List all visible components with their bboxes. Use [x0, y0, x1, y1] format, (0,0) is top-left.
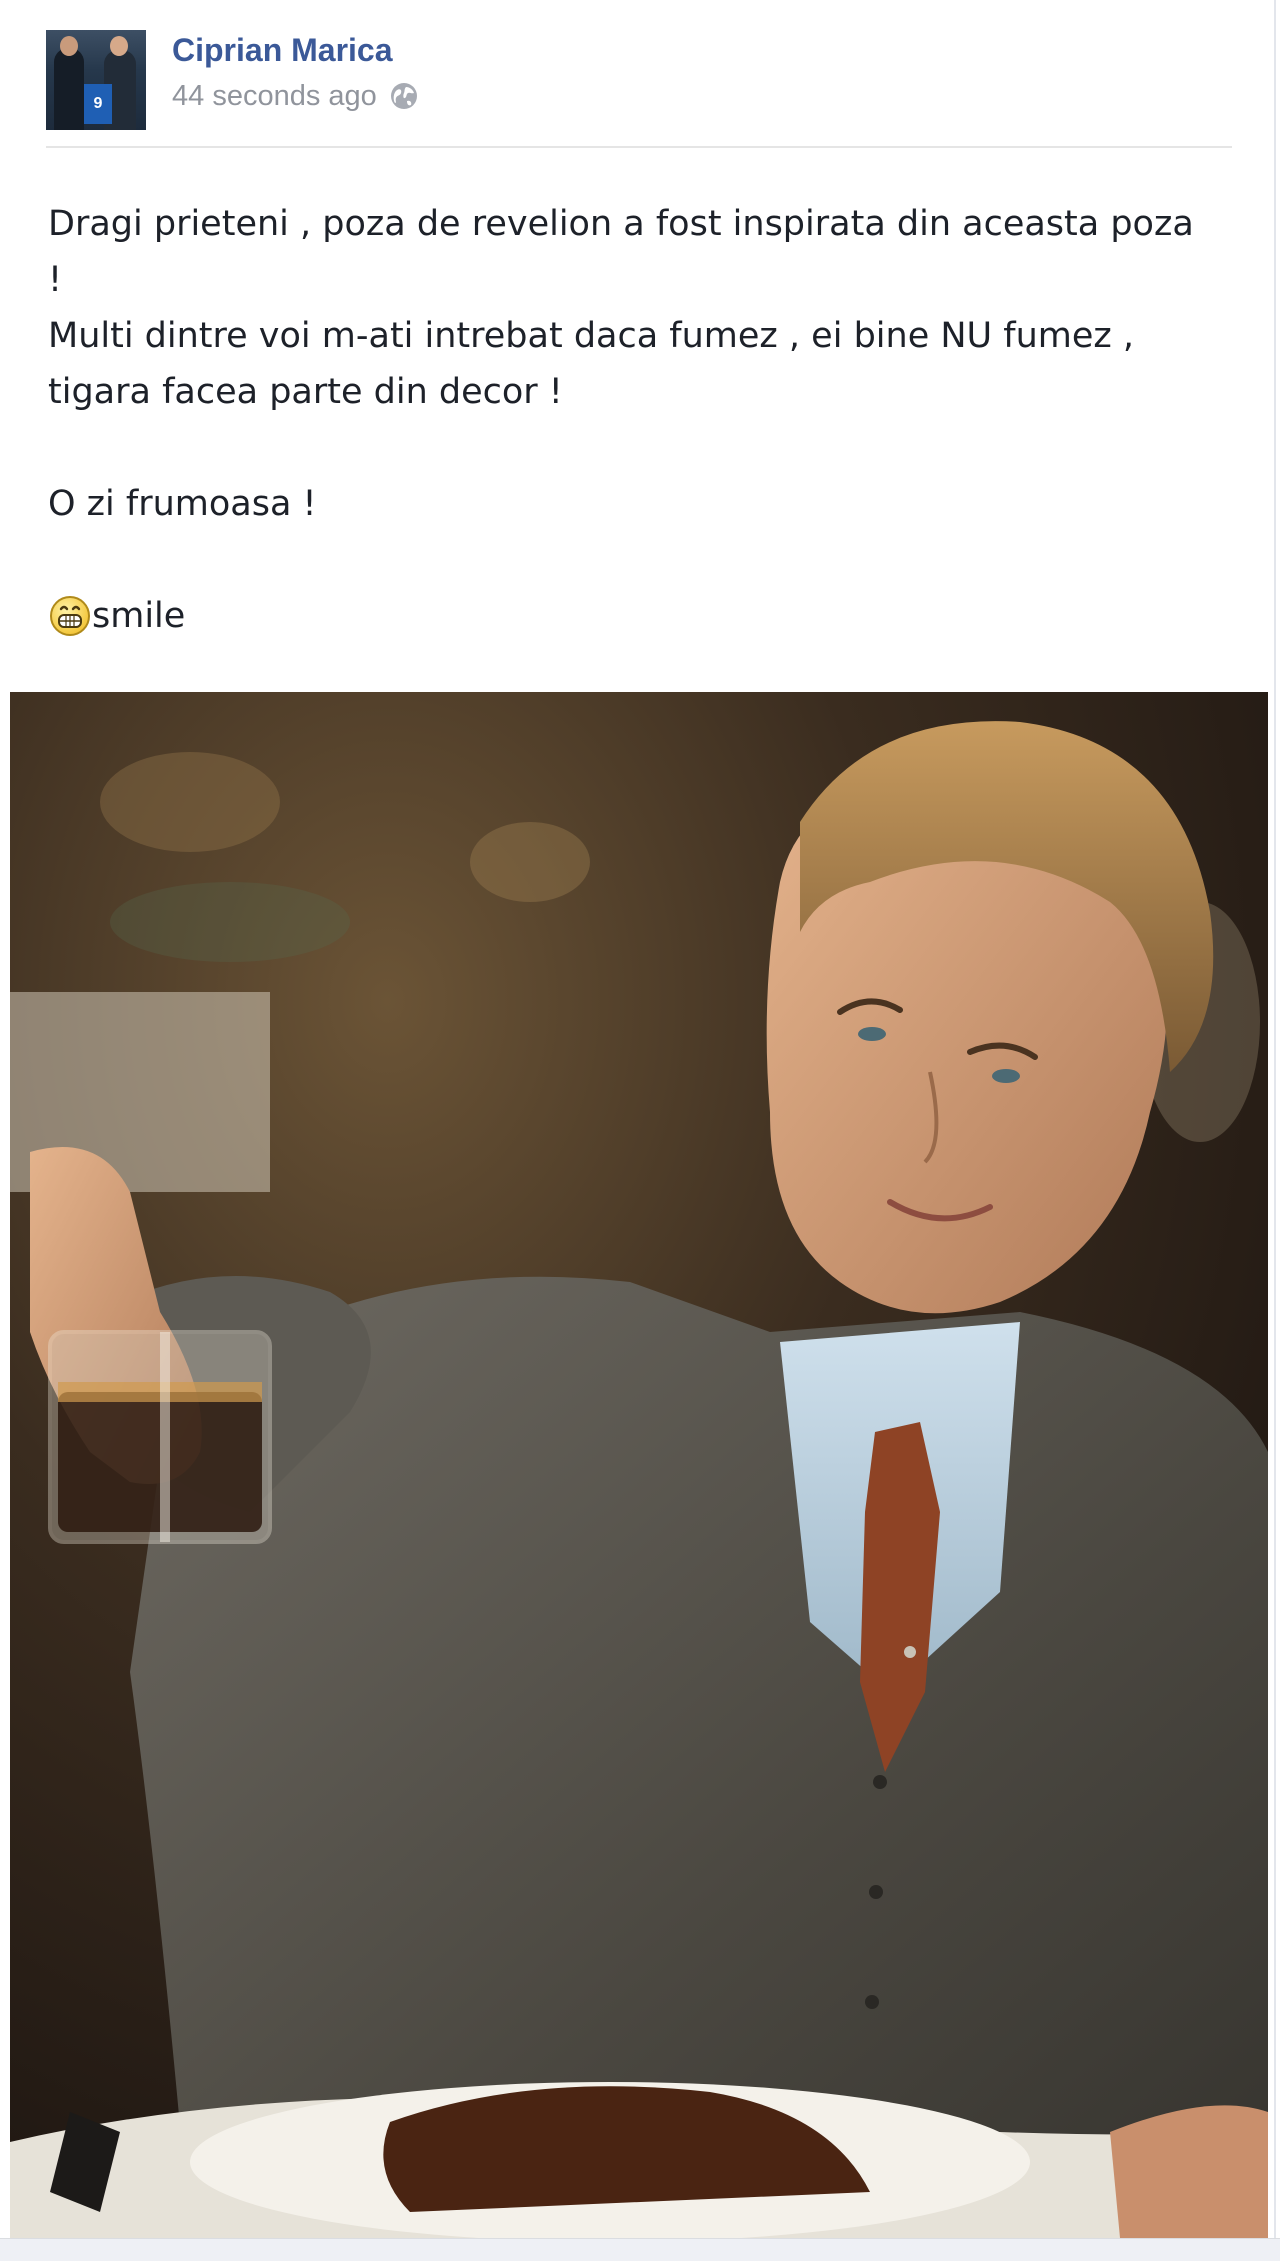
message-line: ! — [48, 260, 63, 300]
author-name-link[interactable]: Ciprian Marica — [172, 32, 393, 69]
author-avatar[interactable]: 9 — [46, 30, 146, 130]
avatar-face-left — [60, 36, 78, 56]
post-meta: 44 seconds ago — [172, 76, 419, 116]
message-line: Multi dintre voi m-ati intrebat daca fum… — [48, 316, 1135, 356]
globe-icon[interactable] — [389, 81, 419, 111]
header-divider — [46, 146, 1232, 148]
message-line: Dragi prieteni , poza de revelion a fost… — [48, 204, 1194, 244]
avatar-figure-left — [54, 48, 84, 130]
facebook-post: 9 Ciprian Marica 44 seconds ago Dragi pr… — [0, 0, 1280, 2261]
post-header: 9 Ciprian Marica 44 seconds ago — [46, 30, 1232, 148]
avatar-face-right — [110, 36, 128, 56]
message-line: tigara facea parte din decor ! — [48, 372, 563, 412]
smile-line: smile — [48, 588, 1238, 644]
post-footer-bar — [0, 2238, 1280, 2261]
feed-edge — [1274, 0, 1276, 2260]
message-line: O zi frumoasa ! — [48, 484, 317, 524]
post-photo[interactable] — [10, 692, 1268, 2238]
post-message: Dragi prieteni , poza de revelion a fost… — [48, 196, 1238, 644]
post-timestamp[interactable]: 44 seconds ago — [172, 80, 377, 113]
photo-illustration — [10, 692, 1268, 2238]
avatar-jersey: 9 — [84, 84, 112, 124]
grin-emoticon-icon — [48, 594, 92, 638]
smile-label: smile — [92, 596, 186, 636]
